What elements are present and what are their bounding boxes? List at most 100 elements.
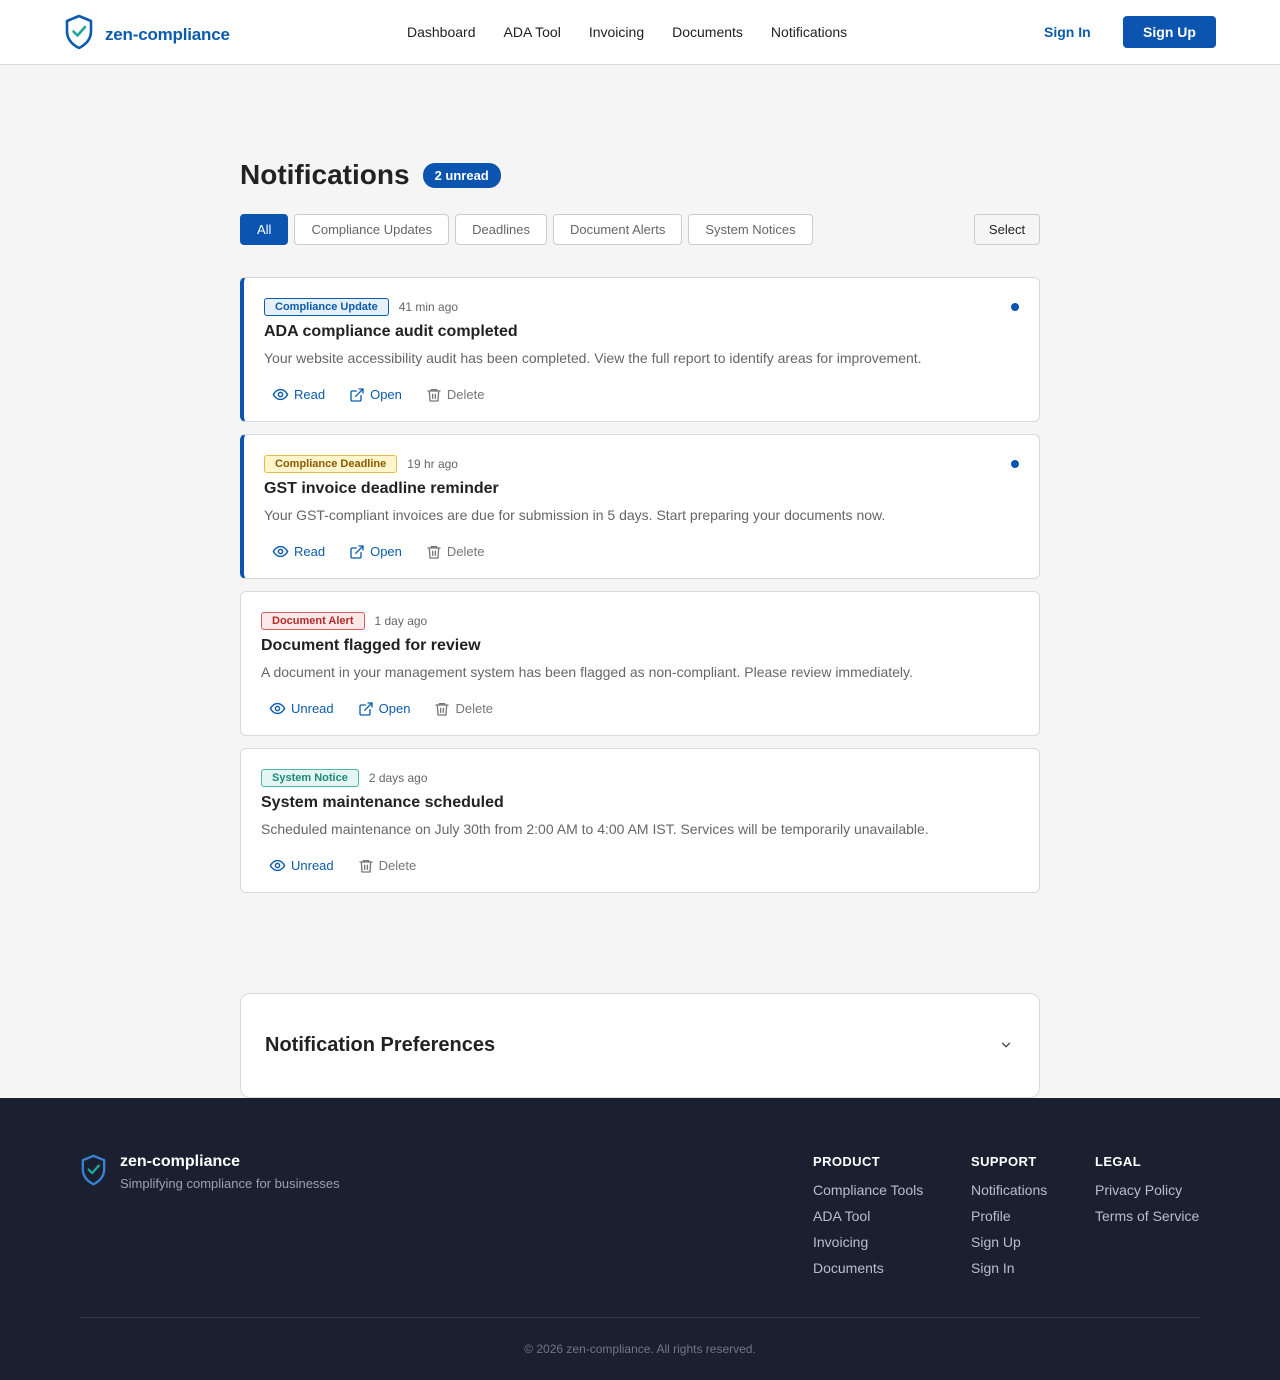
timestamp: 1 day ago xyxy=(374,614,428,628)
trash-icon xyxy=(426,544,442,560)
main-nav: Dashboard ADA Tool Invoicing Documents N… xyxy=(407,24,847,40)
site-footer: zen-compliance Simplifying compliance fo… xyxy=(0,1098,1280,1380)
shield-check-icon xyxy=(80,1154,107,1191)
unread-dot-icon xyxy=(1011,303,1019,311)
open-label: Open xyxy=(378,701,411,716)
chevron-down-icon[interactable] xyxy=(999,1038,1013,1057)
trash-icon xyxy=(426,387,442,403)
eye-icon xyxy=(272,386,289,403)
mark-unread-button[interactable]: Unread xyxy=(261,853,342,878)
page-title-row: Notifications 2 unread xyxy=(240,159,501,191)
footer-link[interactable]: Privacy Policy xyxy=(1095,1182,1199,1199)
open-button[interactable]: Open xyxy=(350,696,419,721)
open-label: Open xyxy=(370,387,402,402)
trash-icon xyxy=(434,701,450,717)
footer-link[interactable]: Notifications xyxy=(971,1182,1047,1199)
external-link-icon xyxy=(349,387,365,403)
footer-heading: PRODUCT xyxy=(813,1154,881,1169)
select-button[interactable]: Select xyxy=(974,214,1040,245)
footer-brand-name: zen-compliance xyxy=(120,1153,241,1170)
sign-up-button[interactable]: Sign Up xyxy=(1123,16,1216,48)
notification-title: System maintenance scheduled xyxy=(261,794,504,811)
nav-invoicing[interactable]: Invoicing xyxy=(589,24,644,40)
external-link-icon xyxy=(358,701,374,717)
filter-document-alerts[interactable]: Document Alerts xyxy=(552,214,683,245)
timestamp: 2 days ago xyxy=(368,771,428,785)
category-tag: Compliance Update xyxy=(264,298,389,316)
filter-compliance-updates[interactable]: Compliance Updates xyxy=(294,214,450,245)
notification-preferences-panel[interactable]: Notification Preferences xyxy=(240,993,1040,1098)
notification-actions: Unread Delete xyxy=(261,853,424,878)
notification-body: Your website accessibility audit has bee… xyxy=(264,350,922,366)
notification-meta: Document Alert 1 day ago xyxy=(261,612,427,630)
open-button[interactable]: Open xyxy=(341,539,410,564)
open-button[interactable]: Open xyxy=(341,382,410,407)
footer-link[interactable]: Compliance Tools xyxy=(813,1182,923,1199)
delete-button[interactable]: Delete xyxy=(350,853,425,878)
footer-tagline: Simplifying compliance for businesses xyxy=(120,1176,340,1191)
nav-ada-tool[interactable]: ADA Tool xyxy=(504,24,561,40)
page-title: Notifications xyxy=(240,159,410,190)
preferences-title: Notification Preferences xyxy=(265,1034,496,1056)
mark-read-button[interactable]: Read xyxy=(264,382,333,407)
nav-documents[interactable]: Documents xyxy=(672,24,743,40)
filter-all[interactable]: All xyxy=(240,214,289,245)
mark-unread-label: Unread xyxy=(291,701,334,716)
delete-label: Delete xyxy=(446,544,485,559)
nav-dashboard[interactable]: Dashboard xyxy=(407,24,476,40)
delete-label: Delete xyxy=(455,701,494,716)
footer-heading: SUPPORT xyxy=(971,1154,1037,1169)
notification-meta: Compliance Update 41 min ago xyxy=(264,298,458,316)
mark-read-label: Read xyxy=(294,544,326,559)
notification-body: Scheduled maintenance on July 30th from … xyxy=(261,821,929,837)
footer-link[interactable]: Sign In xyxy=(971,1260,1047,1277)
notification-card[interactable]: Document Alert 1 day ago Document flagge… xyxy=(240,591,1040,736)
sign-in-link[interactable]: Sign In xyxy=(1044,24,1091,40)
mark-read-button[interactable]: Read xyxy=(264,539,333,564)
footer-link[interactable]: Documents xyxy=(813,1260,923,1277)
unread-count-badge: 2 unread xyxy=(422,162,501,188)
notification-title: GST invoice deadline reminder xyxy=(264,480,499,497)
footer-column-legal: LEGAL Privacy Policy Terms of Service xyxy=(1095,1154,1199,1234)
filter-system-notices[interactable]: System Notices xyxy=(688,214,813,245)
category-tag: Document Alert xyxy=(261,612,365,630)
footer-link[interactable]: Sign Up xyxy=(971,1234,1047,1251)
mark-unread-button[interactable]: Unread xyxy=(261,696,342,721)
delete-label: Delete xyxy=(378,858,417,873)
footer-column-product: PRODUCT Compliance Tools ADA Tool Invoic… xyxy=(813,1154,923,1286)
delete-button[interactable]: Delete xyxy=(418,539,493,564)
footer-link[interactable]: ADA Tool xyxy=(813,1208,923,1225)
notification-actions: Read Open Delete xyxy=(264,539,492,564)
notification-body: Your GST-compliant invoices are due for … xyxy=(264,507,886,523)
filter-deadlines[interactable]: Deadlines xyxy=(455,214,547,245)
top-header: zen-compliance Dashboard ADA Tool Invoic… xyxy=(0,0,1280,65)
filter-tabs: All Compliance Updates Deadlines Documen… xyxy=(240,214,813,245)
open-label: Open xyxy=(370,544,402,559)
footer-heading: LEGAL xyxy=(1095,1154,1142,1169)
eye-icon xyxy=(269,700,286,717)
footer-link[interactable]: Profile xyxy=(971,1208,1047,1225)
notification-title: Document flagged for review xyxy=(261,637,481,654)
category-tag: System Notice xyxy=(261,769,359,787)
notification-body: A document in your management system has… xyxy=(261,664,913,680)
footer-link[interactable]: Invoicing xyxy=(813,1234,923,1251)
timestamp: 19 hr ago xyxy=(407,457,458,471)
delete-button[interactable]: Delete xyxy=(418,382,493,407)
brand-logo-link[interactable]: zen-compliance xyxy=(64,14,230,55)
delete-label: Delete xyxy=(446,387,485,402)
notification-card[interactable]: Compliance Update 41 min ago ADA complia… xyxy=(240,277,1040,422)
footer-link[interactable]: Terms of Service xyxy=(1095,1208,1199,1225)
nav-notifications[interactable]: Notifications xyxy=(771,24,847,40)
eye-icon xyxy=(272,543,289,560)
notification-title: ADA compliance audit completed xyxy=(264,323,518,340)
trash-icon xyxy=(358,858,374,874)
eye-icon xyxy=(269,857,286,874)
notification-card[interactable]: Compliance Deadline 19 hr ago GST invoic… xyxy=(240,434,1040,579)
notification-card[interactable]: System Notice 2 days ago System maintena… xyxy=(240,748,1040,893)
footer-column-support: SUPPORT Notifications Profile Sign Up Si… xyxy=(971,1154,1047,1286)
category-tag: Compliance Deadline xyxy=(264,455,398,473)
external-link-icon xyxy=(349,544,365,560)
notification-actions: Read Open Delete xyxy=(264,382,492,407)
timestamp: 41 min ago xyxy=(398,300,459,314)
delete-button[interactable]: Delete xyxy=(426,696,501,721)
